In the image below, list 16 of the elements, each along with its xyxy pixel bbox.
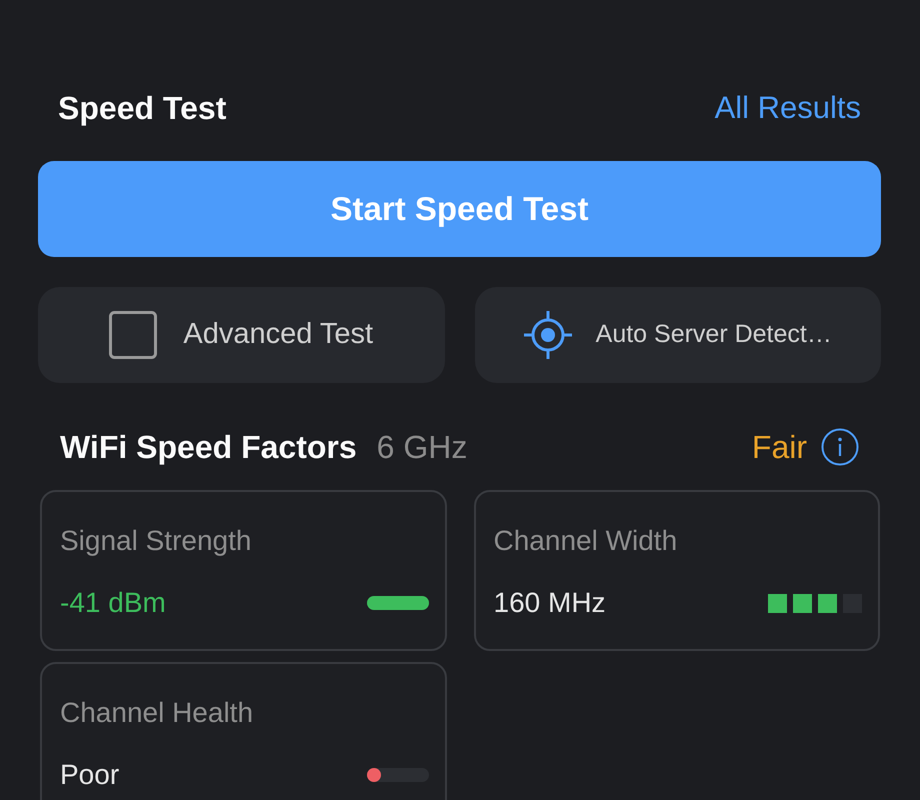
checkbox-icon[interactable] (109, 311, 158, 359)
factor-label: Channel Width (494, 524, 678, 558)
target-icon (524, 311, 572, 359)
info-icon[interactable] (821, 428, 859, 466)
rating-label: Fair (752, 428, 807, 467)
factor-value: Poor (60, 758, 120, 792)
factor-label: Channel Health (60, 696, 254, 730)
factor-label: Signal Strength (60, 524, 252, 558)
band-label: 6 GHz (376, 428, 468, 467)
all-results-link[interactable]: All Results (714, 88, 861, 128)
section-title: WiFi Speed Factors (60, 428, 357, 467)
factor-value: 160 MHz (494, 586, 606, 620)
server-select-button[interactable]: Auto Server Detect… (474, 287, 881, 383)
page-title: Speed Test (58, 89, 226, 128)
factor-value: -41 dBm (60, 586, 166, 620)
advanced-test-toggle[interactable]: Advanced Test (38, 287, 444, 383)
